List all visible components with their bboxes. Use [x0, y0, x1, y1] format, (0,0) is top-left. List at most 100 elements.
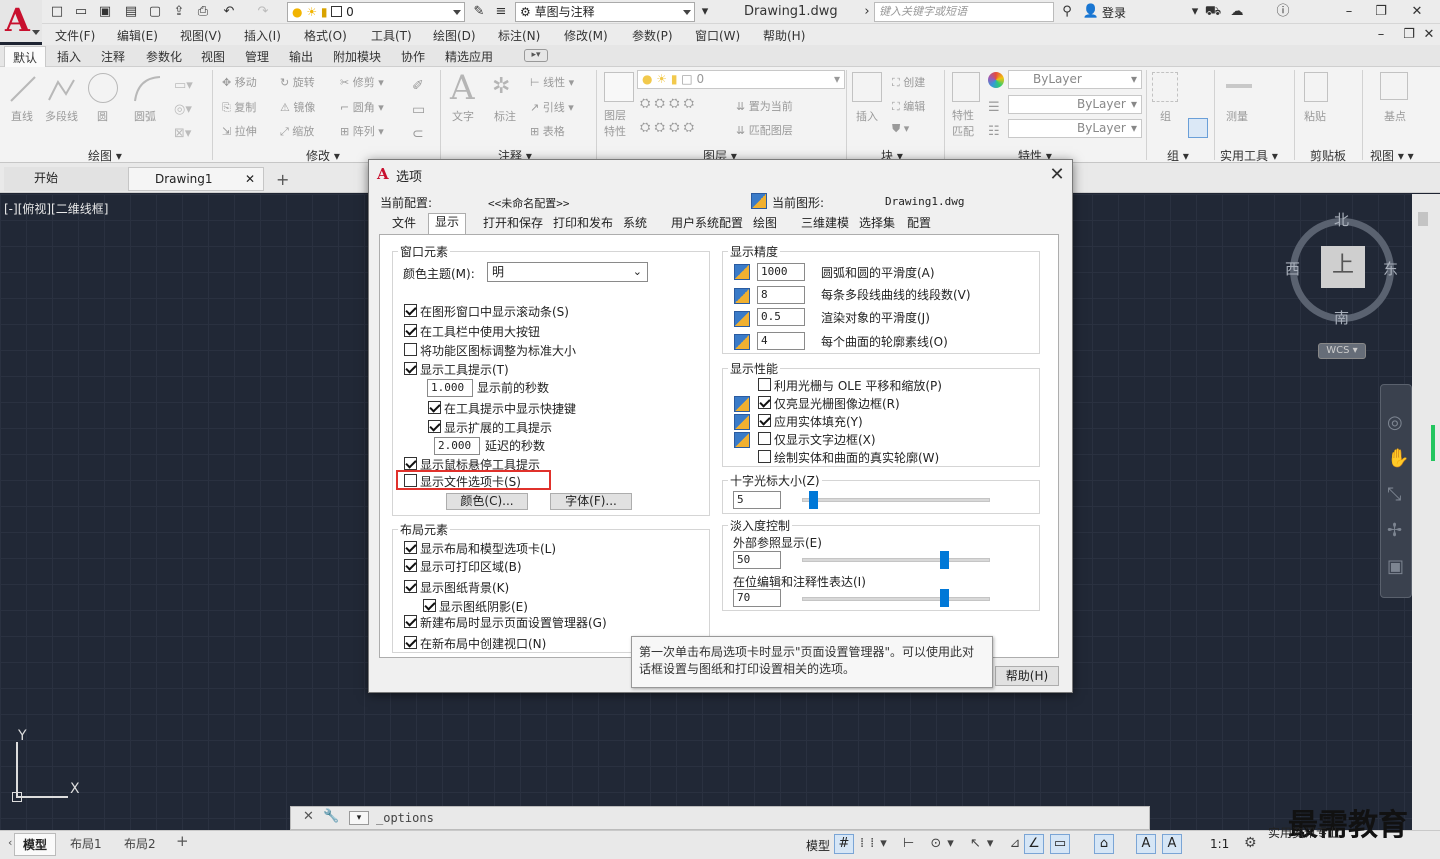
- doc-tab-drawing1[interactable]: Drawing1 ✕: [128, 167, 264, 191]
- binoculars-icon[interactable]: ⚲: [1058, 3, 1076, 21]
- linetype-combo[interactable]: ByLayer ▾: [1008, 119, 1142, 138]
- vertical-scrollbar[interactable]: [1412, 194, 1440, 830]
- tab-plot-publish[interactable]: 打印和发布: [547, 215, 620, 234]
- paper-shadow-checkbox[interactable]: [423, 599, 436, 612]
- inplace-fade-slider-track[interactable]: [802, 597, 990, 601]
- color-theme-select[interactable]: 明 ⌄: [487, 262, 648, 282]
- page-setup-checkbox[interactable]: [404, 615, 417, 628]
- minimize-icon[interactable]: –: [1340, 3, 1358, 21]
- ribbon-tab-parametric[interactable]: 参数化: [146, 48, 182, 65]
- search-input[interactable]: 键入关键字或短语: [874, 2, 1054, 22]
- wrench-icon[interactable]: 🔧: [323, 809, 339, 824]
- measure-icon[interactable]: [1226, 84, 1252, 88]
- menu-parametric[interactable]: 参数(P): [632, 27, 673, 44]
- trim-button[interactable]: ✂ 修剪 ▾: [340, 74, 384, 90]
- annotation-visibility-icon[interactable]: A: [1136, 834, 1156, 854]
- utilities-panel-title[interactable]: 实用工具 ▾: [1220, 147, 1278, 164]
- scale-button[interactable]: ⤢ 缩放: [280, 123, 314, 139]
- set-current-button[interactable]: ⇊ 置为当前: [736, 98, 793, 114]
- gear-icon[interactable]: ⚙: [1244, 835, 1257, 851]
- edit-block-button[interactable]: ⛶ 编辑: [892, 98, 925, 114]
- ribbon-tab-addins[interactable]: 附加模块: [333, 48, 381, 65]
- draw-panel-title[interactable]: 绘图 ▾: [88, 147, 122, 164]
- tab-files[interactable]: 文件: [386, 215, 423, 234]
- user-icon[interactable]: 👤: [1082, 3, 1100, 21]
- ribbon-tab-featured[interactable]: 精选应用: [445, 48, 493, 65]
- tab-profiles[interactable]: 配置: [901, 215, 938, 234]
- tab-display[interactable]: 显示: [428, 213, 467, 235]
- contour-lines-input[interactable]: 4: [757, 332, 805, 350]
- tooltips-checkbox[interactable]: [404, 362, 417, 375]
- match-properties-icon[interactable]: ✎: [470, 3, 488, 21]
- create-block-button[interactable]: ⛶ 创建: [892, 74, 925, 90]
- layout-tabs-checkbox[interactable]: [404, 541, 417, 554]
- solid-fill-checkbox[interactable]: [758, 414, 771, 427]
- resize-ribbon-checkbox[interactable]: [404, 343, 417, 356]
- paper-background-checkbox[interactable]: [404, 580, 417, 593]
- close-icon[interactable]: ✕: [303, 809, 314, 824]
- add-layout-icon[interactable]: +: [176, 832, 189, 850]
- a360-icon[interactable]: ☁: [1228, 3, 1246, 21]
- help-button[interactable]: 帮助(H): [995, 666, 1059, 686]
- compass-east[interactable]: 东: [1383, 258, 1398, 279]
- rollover-tooltips-checkbox[interactable]: [404, 457, 417, 470]
- arc-smoothness-input[interactable]: 1000: [757, 263, 805, 281]
- compass-west[interactable]: 西: [1285, 258, 1300, 279]
- showmotion-icon[interactable]: ▣: [1387, 549, 1409, 585]
- scrollbar-thumb[interactable]: [1418, 212, 1428, 226]
- color-wheel-icon[interactable]: [988, 72, 1004, 88]
- doc-tab-start[interactable]: 开始: [4, 167, 144, 191]
- mirror-button[interactable]: ⚠ 镜像: [280, 99, 315, 115]
- menu-help[interactable]: 帮助(H): [763, 27, 805, 44]
- menu-window[interactable]: 窗口(W): [695, 27, 740, 44]
- create-viewport-checkbox[interactable]: [404, 636, 417, 649]
- doc-restore-icon[interactable]: ❐: [1400, 26, 1418, 44]
- application-menu-button[interactable]: A: [0, 0, 42, 42]
- snap-tracking-icon[interactable]: ⌂: [1094, 834, 1114, 854]
- annotation-scale[interactable]: 1:1: [1210, 837, 1229, 851]
- lineweight-combo[interactable]: ByLayer ▾: [1008, 95, 1142, 114]
- viewport-controls[interactable]: [-][俯视][二维线框]: [4, 200, 108, 217]
- tab-open-save[interactable]: 打开和保存: [477, 215, 550, 234]
- extended-delay-input[interactable]: 2.000: [434, 437, 480, 455]
- text-frame-checkbox[interactable]: [758, 432, 771, 445]
- base-point-icon[interactable]: [1380, 72, 1408, 100]
- colors-button[interactable]: 颜色(C)...: [446, 493, 528, 510]
- ribbon-tab-manage[interactable]: 管理: [245, 48, 269, 65]
- view-panel-title[interactable]: 视图 ▾ ▾: [1370, 147, 1414, 164]
- doc-minimize-icon[interactable]: –: [1372, 26, 1390, 44]
- auto-scale-icon[interactable]: A: [1162, 834, 1182, 854]
- layout-tab-2[interactable]: 布局2: [116, 833, 164, 854]
- pan-icon[interactable]: ✋: [1387, 441, 1409, 477]
- status-tools-1[interactable]: ⁞⁞▾ ⊢ ⊙▾ ↖▾ ⊿▾: [860, 836, 1039, 851]
- draw-more-icons[interactable]: ▭▾ ◎▾ ⊠▾: [174, 74, 214, 141]
- save-icon[interactable]: ▣: [96, 3, 114, 21]
- tooltip-delay-input[interactable]: 1.000: [427, 379, 473, 397]
- printable-area-checkbox[interactable]: [404, 559, 417, 572]
- polyline-segments-input[interactable]: 8: [757, 286, 805, 304]
- zoom-extents-icon[interactable]: ⤡: [1387, 477, 1409, 513]
- open-folder-icon[interactable]: ▭: [72, 3, 90, 21]
- raster-frame-checkbox[interactable]: [758, 396, 771, 409]
- crosshair-slider-thumb[interactable]: [809, 491, 818, 509]
- menu-dimension[interactable]: 标注(N): [498, 27, 540, 44]
- ribbon-tab-insert[interactable]: 插入: [57, 48, 81, 65]
- close-icon[interactable]: ✕: [1408, 3, 1426, 21]
- model-space-button[interactable]: 模型: [806, 837, 830, 854]
- undo-icon[interactable]: ↶: [220, 3, 238, 21]
- leader-button[interactable]: ↗ 引线 ▾: [530, 99, 574, 115]
- tab-3d-modeling[interactable]: 三维建模: [795, 215, 856, 234]
- workspace-combo[interactable]: ⚙ 草图与注释: [515, 2, 695, 22]
- large-buttons-checkbox[interactable]: [404, 324, 417, 337]
- menu-file[interactable]: 文件(F): [55, 27, 95, 44]
- compass-south[interactable]: 南: [1334, 307, 1349, 328]
- crosshair-input[interactable]: 5: [733, 491, 781, 509]
- render-smoothness-input[interactable]: 0.5: [757, 308, 805, 326]
- fillet-button[interactable]: ⌐ 圆角 ▾: [340, 99, 384, 115]
- steering-wheel-icon[interactable]: ◎: [1387, 405, 1409, 441]
- share-icon[interactable]: ⇪: [170, 3, 188, 21]
- login-link[interactable]: 登录: [1102, 4, 1126, 21]
- modify-panel-title[interactable]: 修改 ▾: [306, 147, 340, 164]
- menu-draw[interactable]: 绘图(D): [433, 27, 476, 44]
- crosshair-slider-track[interactable]: [802, 498, 990, 502]
